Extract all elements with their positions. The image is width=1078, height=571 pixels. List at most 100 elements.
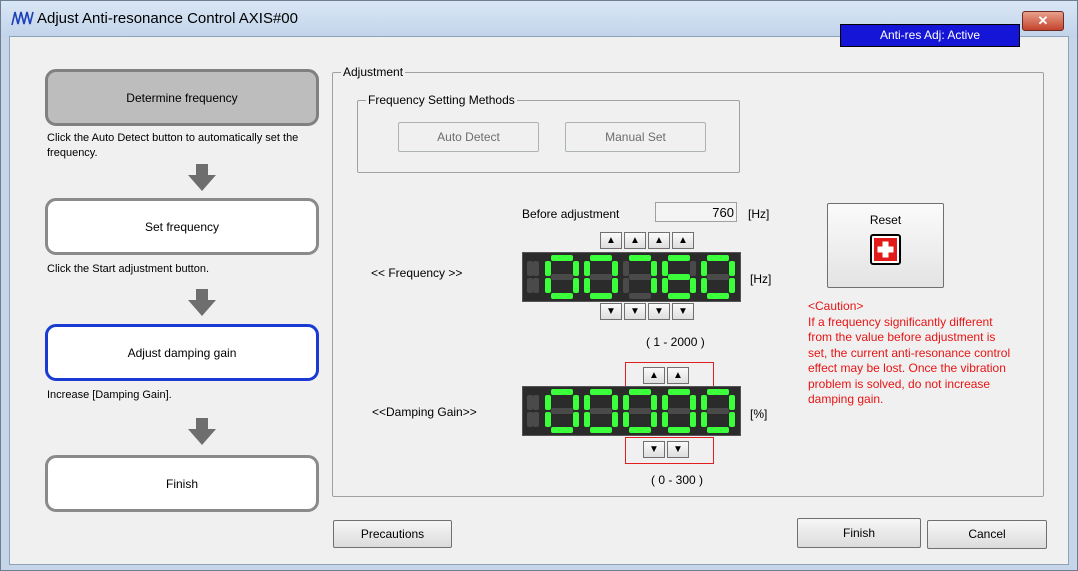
frequency-segment-d <box>668 293 690 299</box>
step-label: Determine frequency <box>126 90 238 105</box>
frequency-display <box>522 252 741 302</box>
frequency-segment-e <box>623 278 629 293</box>
frequency-segment-b <box>690 261 696 276</box>
frequency-up-button[interactable]: ▲ <box>600 232 622 249</box>
gain-segment-a <box>629 389 651 395</box>
gain-segment-c <box>612 412 618 427</box>
step-label: Set frequency <box>144 219 220 234</box>
gain-up-button-tens[interactable]: ▲ <box>643 367 665 384</box>
frequency-segment-e <box>545 278 551 293</box>
step-description: Click the Start adjustment button. <box>47 263 210 275</box>
frequency-segment-f <box>701 261 707 276</box>
frequency-up-button[interactable]: ▲ <box>648 232 670 249</box>
frequency-up-button[interactable]: ▲ <box>672 232 694 249</box>
waveform-app-icon <box>11 11 34 26</box>
frequency-segment-g <box>707 274 729 280</box>
down-arrow-icon <box>188 418 216 445</box>
gain-segment-d <box>629 427 651 433</box>
frequency-segment-g <box>629 274 651 280</box>
frequency-segment-c <box>729 278 735 293</box>
gain-down-button-ones[interactable]: ▼ <box>667 441 689 458</box>
frequency-segment-b <box>651 261 657 276</box>
caution-message: <Caution> If a frequency significantly d… <box>808 299 1018 408</box>
reset-button[interactable]: Reset <box>827 203 944 288</box>
frequency-segment-e <box>584 278 590 293</box>
frequency-segment-b <box>533 261 539 276</box>
gain-segment-c <box>690 412 696 427</box>
frequency-segment-d <box>707 293 729 299</box>
step-description: Increase [Damping Gain]. <box>47 389 172 401</box>
gain-segment-e <box>584 412 590 427</box>
gain-down-button-tens[interactable]: ▼ <box>643 441 665 458</box>
gain-segment-b <box>690 395 696 410</box>
gain-segment-e <box>545 412 551 427</box>
gain-segment-f <box>584 395 590 410</box>
gain-segment-b <box>729 395 735 410</box>
gain-segment-c <box>651 412 657 427</box>
gain-segment-d <box>707 427 729 433</box>
gain-segment-b <box>573 395 579 410</box>
frequency-segment-f <box>584 261 590 276</box>
step-label: Finish <box>165 476 198 491</box>
gain-up-button-ones[interactable]: ▲ <box>667 367 689 384</box>
gain-segment-f <box>527 395 533 410</box>
frequency-segment-a <box>590 255 612 261</box>
frequency-hz-unit: [Hz] <box>750 272 772 286</box>
gain-segment-e <box>527 412 533 427</box>
gain-segment-c <box>573 412 579 427</box>
gain-segment-e <box>662 412 668 427</box>
frequency-segment-b <box>729 261 735 276</box>
frequency-seven-segment <box>527 255 735 299</box>
status-badge: Anti-res Adj: Active <box>840 24 1020 47</box>
frequency-down-button[interactable]: ▼ <box>600 303 622 320</box>
frequency-range: ( 1 - 2000 ) <box>646 335 705 349</box>
caution-title: <Caution> <box>808 299 864 313</box>
frequency-down-button[interactable]: ▼ <box>624 303 646 320</box>
damping-gain-range: ( 0 - 300 ) <box>651 473 704 487</box>
frequency-down-button[interactable]: ▼ <box>648 303 670 320</box>
frequency-segment-c <box>533 278 539 293</box>
gain-segment-b <box>651 395 657 410</box>
gain-segment-a <box>590 389 612 395</box>
frequency-segment-g <box>590 274 612 280</box>
step-description: Click the Auto Detect button to automati… <box>47 132 299 159</box>
frequency-segment-f <box>623 261 629 276</box>
gain-segment-a <box>551 389 573 395</box>
first-aid-icon <box>870 234 901 265</box>
cancel-button[interactable]: Cancel <box>927 520 1047 549</box>
gain-segment-e <box>623 412 629 427</box>
frequency-segment-f <box>527 261 533 276</box>
frequency-segment-b <box>573 261 579 276</box>
before-hz-unit: [Hz] <box>748 207 770 221</box>
frequency-down-button[interactable]: ▼ <box>672 303 694 320</box>
frequency-segment-a <box>668 255 690 261</box>
gain-segment-d <box>590 427 612 433</box>
frequency-segment-f <box>545 261 551 276</box>
frequency-segment-g <box>551 274 573 280</box>
gain-segment-a <box>668 389 690 395</box>
gain-segment-a <box>707 389 729 395</box>
finish-button[interactable]: Finish <box>797 518 921 548</box>
reset-label: Reset <box>869 213 902 227</box>
manual-set-button[interactable]: Manual Set <box>565 122 706 152</box>
gain-segment-d <box>551 427 573 433</box>
frequency-segment-a <box>707 255 729 261</box>
frequency-segment-e <box>701 278 707 293</box>
damping-gain-label: <<Damping Gain>> <box>372 405 477 419</box>
auto-detect-button[interactable]: Auto Detect <box>398 122 539 152</box>
precautions-button[interactable]: Precautions <box>333 520 452 548</box>
adjustment-legend: Adjustment <box>341 65 406 79</box>
gain-segment-g <box>668 408 690 414</box>
close-button[interactable]: ✕ <box>1022 11 1064 31</box>
gain-segment-c <box>729 412 735 427</box>
gain-segment-c <box>533 412 539 427</box>
gain-segment-f <box>662 395 668 410</box>
damping-gain-display <box>522 386 741 436</box>
frequency-segment-a <box>551 255 573 261</box>
frequency-segment-g <box>668 274 690 280</box>
step-label: Adjust damping gain <box>127 345 237 360</box>
frequency-methods-legend: Frequency Setting Methods <box>366 93 517 107</box>
gain-segment-d <box>668 427 690 433</box>
frequency-segment-f <box>662 261 668 276</box>
frequency-up-button[interactable]: ▲ <box>624 232 646 249</box>
